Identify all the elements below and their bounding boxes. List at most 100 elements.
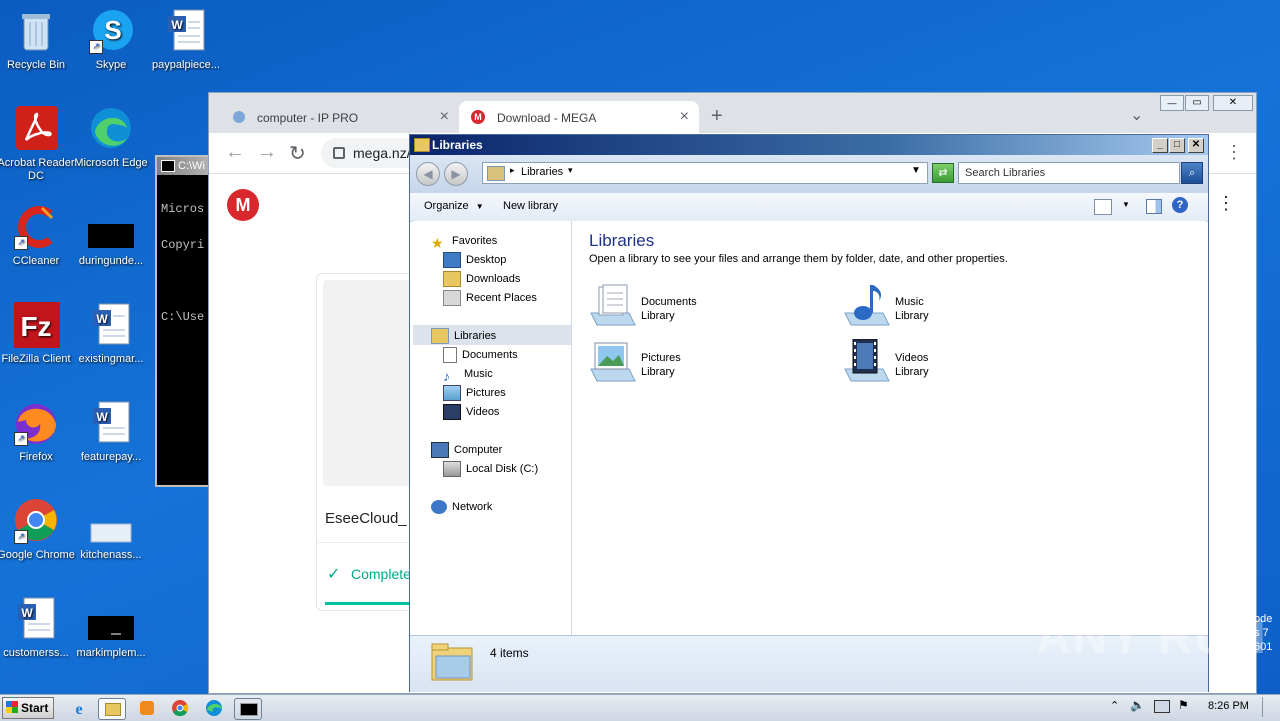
nav-pictures[interactable]: Pictures — [443, 384, 506, 402]
tab-mega[interactable]: M Download - MEGA × — [459, 101, 699, 133]
desktop-icon-firefox[interactable]: ↗ Firefox — [0, 400, 76, 464]
tab-close-button[interactable]: × — [440, 108, 449, 126]
minimize-button[interactable]: — — [1160, 95, 1184, 111]
recycle-bin-icon — [12, 8, 60, 56]
svg-text:Fz: Fz — [20, 311, 51, 342]
library-type: Library — [641, 366, 675, 378]
cmd-taskbar-icon[interactable] — [234, 698, 262, 720]
explorer-title-bar[interactable]: Libraries _ □ ✕ — [410, 135, 1208, 155]
page-title: Libraries — [589, 231, 655, 250]
volume-icon[interactable]: 🔈 — [1130, 698, 1145, 712]
breadcrumb-libraries[interactable]: Libraries — [521, 166, 563, 178]
nav-network[interactable]: Network — [431, 498, 492, 516]
help-icon[interactable]: ? — [1172, 197, 1188, 213]
page-menu-icon[interactable]: ⋮ — [1217, 193, 1235, 214]
close-button[interactable]: ✕ — [1213, 95, 1253, 111]
word-document-icon: W — [87, 400, 135, 448]
action-center-flag-icon[interactable]: ⚑ — [1178, 698, 1189, 712]
nav-recent-places[interactable]: Recent Places — [443, 289, 537, 307]
desktop-icon-featurepay[interactable]: W featurepay... — [71, 400, 151, 464]
mega-logo-icon[interactable]: M — [227, 189, 259, 221]
desktop-icon-paypalpiece[interactable]: W paypalpiece... — [146, 8, 226, 72]
new-library-button[interactable]: New library — [503, 200, 558, 212]
forward-button[interactable]: ▶ — [444, 162, 468, 186]
desktop-icon-skype[interactable]: S ↗ Skype — [71, 8, 151, 72]
nav-downloads[interactable]: Downloads — [443, 270, 520, 288]
libraries-window[interactable]: Libraries _ □ ✕ ◀ ▶ ▸ Libraries ▾ ▼ ⇄ Se… — [409, 134, 1209, 692]
desktop-icon-chrome[interactable]: ↗ Google Chrome — [0, 498, 76, 562]
library-videos[interactable]: Videos Library — [843, 339, 1043, 387]
cmd-title-bar[interactable]: C:\Wi — [157, 157, 213, 175]
history-dropdown-icon[interactable]: ▼ — [911, 165, 921, 176]
desktop-icon-markimplem[interactable]: markimplem... — [71, 596, 151, 660]
library-pictures[interactable]: Pictures Library — [589, 339, 789, 387]
nav-favorites[interactable]: ★ Favorites — [431, 232, 497, 251]
new-tab-button[interactable]: + — [711, 105, 723, 128]
close-button[interactable]: ✕ — [1188, 138, 1204, 153]
search-input[interactable]: Search Libraries — [958, 162, 1180, 184]
media-player-icon[interactable] — [134, 698, 160, 718]
desktop-icon-existingmar[interactable]: W existingmar... — [71, 302, 151, 366]
breadcrumb-bar[interactable]: ▸ Libraries ▾ ▼ — [482, 162, 928, 184]
breadcrumb-dropdown-icon[interactable]: ▾ — [568, 165, 573, 176]
refresh-button[interactable]: ⇄ — [932, 163, 954, 183]
view-dropdown-icon[interactable]: ▼ — [1122, 200, 1130, 209]
minimize-button[interactable]: _ — [1152, 138, 1168, 153]
back-arrow-icon[interactable]: ← — [225, 141, 245, 164]
nav-desktop[interactable]: Desktop — [443, 251, 506, 269]
search-icon[interactable]: ⌕ — [1181, 162, 1203, 184]
back-button[interactable]: ◀ — [416, 162, 440, 186]
nav-computer[interactable]: Computer — [431, 441, 502, 459]
documents-library-icon — [590, 284, 636, 326]
nav-documents[interactable]: Documents — [443, 346, 518, 364]
clock[interactable]: 8:26 PM — [1208, 700, 1249, 712]
nav-videos[interactable]: Videos — [443, 403, 499, 421]
videos-icon — [443, 404, 461, 421]
nav-libraries[interactable]: Libraries — [431, 327, 496, 345]
ccleaner-icon: ↗ — [12, 204, 60, 252]
tray-expand-icon[interactable]: ⌃ — [1110, 699, 1119, 712]
url-text: mega.nz/ — [353, 145, 411, 161]
organize-button[interactable]: Organize ▼ — [424, 200, 484, 212]
menu-kebab-icon[interactable]: ⋮ — [1225, 142, 1243, 163]
ie-icon[interactable]: e — [66, 698, 92, 718]
preview-pane-icon[interactable] — [1146, 199, 1162, 214]
desktop-icon-customerss[interactable]: W customerss... — [0, 596, 76, 660]
view-options-icon[interactable] — [1094, 199, 1112, 215]
tab-close-button[interactable]: × — [680, 108, 689, 126]
reload-icon[interactable]: ↻ — [289, 141, 306, 166]
start-button[interactable]: Start — [2, 697, 54, 719]
cmd-window[interactable]: C:\Wi Micros Copyri C:\Use — [155, 155, 215, 487]
nav-local-disk[interactable]: Local Disk (C:) — [443, 460, 538, 478]
nav-music[interactable]: ♪ Music — [443, 365, 493, 384]
taskbar: Start e ⌃ 🔈 ⚑ 8:26 PM — [0, 694, 1280, 721]
desktop-icon-edge[interactable]: Microsoft Edge — [71, 106, 151, 170]
desktop-icon-label: markimplem... — [76, 647, 146, 659]
forward-arrow-icon[interactable]: → — [257, 141, 277, 164]
desktop-icon-acrobat[interactable]: Acrobat Reader DC — [0, 106, 76, 183]
breadcrumb-arrow-icon[interactable]: ▸ — [510, 165, 515, 176]
desktop-icon-duringunde[interactable]: duringunde... — [71, 204, 151, 268]
show-desktop-button[interactable] — [1262, 697, 1277, 717]
desktop-icon-filezilla[interactable]: Fz FileZilla Client — [0, 302, 76, 366]
edge-taskbar-icon[interactable] — [201, 698, 227, 718]
library-documents[interactable]: Documents Library — [589, 283, 789, 331]
maximize-button[interactable]: □ — [1169, 138, 1185, 153]
network-tray-icon[interactable] — [1154, 700, 1170, 713]
maximize-button[interactable]: ▭ — [1185, 95, 1209, 111]
desktop-icon-ccleaner[interactable]: ↗ CCleaner — [0, 204, 76, 268]
tab-title: computer - IP PRO — [257, 111, 359, 125]
desktop-icon-kitchenass[interactable]: kitchenass... — [71, 498, 151, 562]
pictures-icon — [443, 385, 461, 402]
file-thumbnail-icon — [87, 596, 135, 644]
chrome-taskbar-icon[interactable] — [167, 698, 193, 718]
tab-ip-pro[interactable]: computer - IP PRO × — [219, 101, 459, 133]
music-library-icon — [844, 285, 890, 326]
word-document-icon: W — [87, 302, 135, 350]
navigation-pane: ★ Favorites Desktop Downloads Recent Plac… — [413, 221, 572, 635]
desktop-icon-recycle-bin[interactable]: Recycle Bin — [0, 8, 76, 72]
chrome-tab-bar: computer - IP PRO × M Download - MEGA × … — [209, 93, 1256, 133]
library-music[interactable]: Music Library — [843, 283, 1043, 331]
explorer-taskbar-icon[interactable] — [98, 698, 126, 720]
tab-search-button[interactable]: ⌄ — [1130, 105, 1143, 125]
